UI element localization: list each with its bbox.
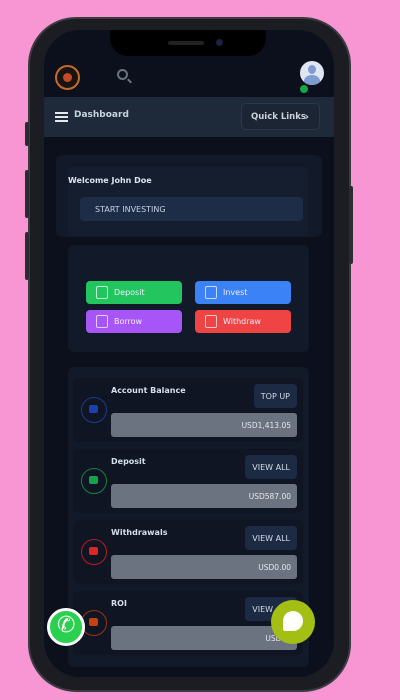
stat-value: USD587.00 — [111, 484, 297, 508]
stat-value: USD1,413.05 — [111, 413, 297, 437]
stat-account-balance: Account Balance TOP UP USD1,413.05 — [73, 378, 303, 442]
phone-side-button — [25, 170, 29, 218]
view-all-deposits-button[interactable]: VIEW ALL — [245, 455, 297, 479]
start-investing-button[interactable]: START INVESTING — [80, 197, 303, 221]
stat-title: Withdrawals — [111, 528, 168, 537]
phone-side-button — [25, 232, 29, 280]
hamburger-menu-icon[interactable] — [55, 112, 68, 122]
chevron-right-icon: › — [304, 110, 309, 123]
withdraw-icon — [205, 315, 217, 328]
stat-title: Account Balance — [111, 386, 186, 395]
withdraw-button[interactable]: Withdraw — [195, 310, 291, 333]
brand-logo[interactable] — [55, 65, 80, 90]
deposit-button[interactable]: Deposit — [86, 281, 182, 304]
invest-button[interactable]: Invest — [195, 281, 291, 304]
deposit-icon — [81, 468, 107, 494]
stat-deposit: Deposit VIEW ALL USD587.00 — [73, 449, 303, 513]
receipt-icon — [96, 315, 108, 328]
welcome-card — [56, 155, 322, 237]
whatsapp-icon[interactable] — [47, 608, 85, 646]
avatar[interactable] — [300, 61, 324, 85]
quick-links-button[interactable]: Quick Links › — [241, 103, 320, 130]
phone-notch — [110, 30, 266, 56]
wallet-icon — [81, 397, 107, 423]
bar-chart-icon — [205, 286, 217, 299]
stat-title: Deposit — [111, 457, 146, 466]
borrow-button[interactable]: Borrow — [86, 310, 182, 333]
page-header: Dashboard Quick Links › — [44, 97, 334, 137]
quick-links-label: Quick Links — [251, 112, 306, 122]
deposit-icon — [96, 286, 108, 299]
chat-bubble-icon[interactable] — [271, 600, 315, 644]
welcome-text: Welcome John Doe — [68, 176, 152, 185]
view-all-withdrawals-button[interactable]: VIEW ALL — [245, 526, 297, 550]
search-icon[interactable] — [117, 69, 128, 80]
online-status-dot — [300, 85, 308, 93]
stat-withdrawals: Withdrawals VIEW ALL USD0.00 — [73, 520, 303, 584]
app-screen: Dashboard Quick Links › Welcome John Doe … — [44, 30, 334, 677]
withdraw-icon — [81, 539, 107, 565]
top-up-button[interactable]: TOP UP — [253, 384, 297, 408]
phone-side-button — [25, 122, 29, 146]
stat-roi: ROI VIEW ALL USD31 — [73, 591, 303, 655]
stat-value: USD0.00 — [111, 555, 297, 579]
coins-icon — [81, 610, 107, 636]
phone-side-button — [349, 186, 353, 264]
page-title: Dashboard — [74, 110, 129, 120]
stat-title: ROI — [111, 599, 127, 608]
stat-value: USD31 — [111, 626, 297, 650]
